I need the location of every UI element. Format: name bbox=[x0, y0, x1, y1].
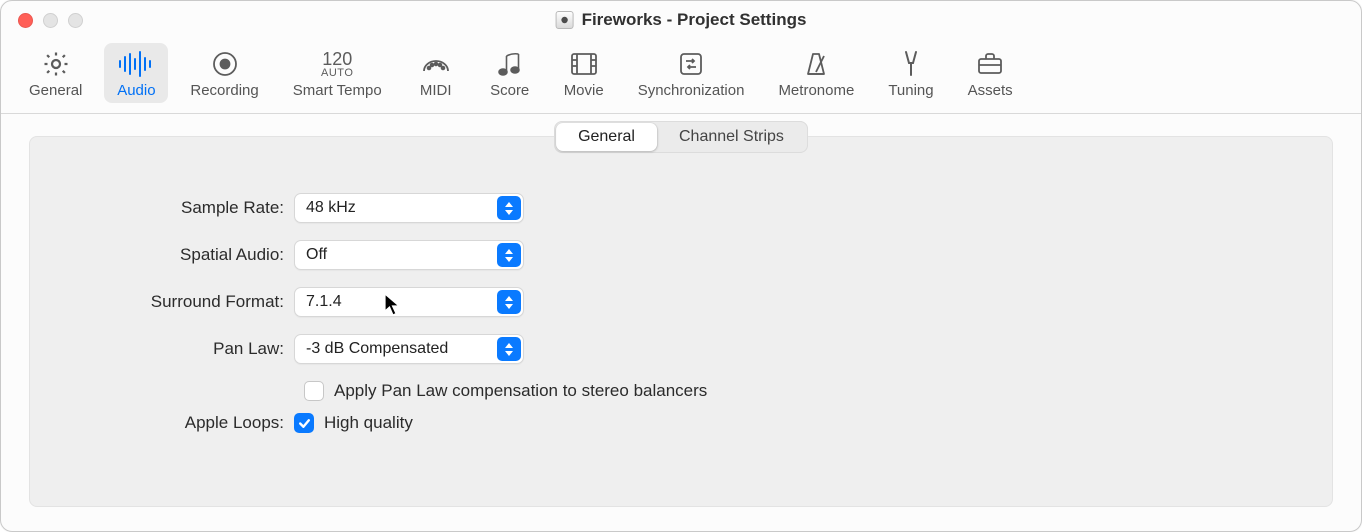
subtab-general[interactable]: General bbox=[556, 123, 657, 151]
app-icon bbox=[556, 11, 574, 29]
tab-audio-label: Audio bbox=[117, 82, 155, 99]
label-apple-loops: Apple Loops: bbox=[70, 413, 294, 433]
label-high-quality: High quality bbox=[324, 413, 413, 433]
tuning-fork-icon bbox=[891, 49, 931, 79]
tab-tuning-label: Tuning bbox=[888, 82, 933, 99]
label-spatial-audio: Spatial Audio: bbox=[70, 245, 294, 265]
chevron-updown-icon bbox=[497, 337, 521, 361]
value-spatial-audio: Off bbox=[306, 246, 327, 264]
row-sample-rate: Sample Rate: 48 kHz bbox=[70, 193, 1292, 223]
tab-synchronization-label: Synchronization bbox=[638, 82, 745, 99]
row-spatial-audio: Spatial Audio: Off bbox=[70, 240, 1292, 270]
waveform-icon bbox=[116, 49, 156, 79]
row-surround-format: Surround Format: 7.1.4 bbox=[70, 287, 1292, 317]
minimize-button[interactable] bbox=[43, 13, 58, 28]
titlebar: Fireworks - Project Settings bbox=[1, 1, 1361, 39]
label-surround-format: Surround Format: bbox=[70, 292, 294, 312]
tab-metronome[interactable]: Metronome bbox=[766, 43, 866, 103]
toolbar: General Audio bbox=[1, 39, 1361, 113]
row-pan-law: Pan Law: -3 dB Compensated bbox=[70, 334, 1292, 364]
subtab-control: General Channel Strips bbox=[554, 121, 808, 153]
value-pan-law: -3 dB Compensated bbox=[306, 340, 448, 358]
tab-general[interactable]: General bbox=[17, 43, 94, 103]
tab-movie-label: Movie bbox=[564, 82, 604, 99]
content-area: General Channel Strips Sample Rate: 48 k… bbox=[1, 114, 1361, 531]
audio-settings-panel: General Channel Strips Sample Rate: 48 k… bbox=[29, 136, 1333, 507]
metronome-icon bbox=[796, 49, 836, 79]
tab-movie[interactable]: Movie bbox=[552, 43, 616, 103]
value-surround-format: 7.1.4 bbox=[306, 293, 342, 311]
tab-assets-label: Assets bbox=[968, 82, 1013, 99]
smart-tempo-num: 120 bbox=[322, 50, 352, 68]
label-sample-rate: Sample Rate: bbox=[70, 198, 294, 218]
project-settings-window: Fireworks - Project Settings General bbox=[0, 0, 1362, 532]
dropdown-spatial-audio[interactable]: Off bbox=[294, 240, 524, 270]
chevron-updown-icon bbox=[497, 243, 521, 267]
smart-tempo-icon: 120 AUTO bbox=[317, 49, 357, 79]
window-title: Fireworks - Project Settings bbox=[582, 10, 807, 30]
tab-metronome-label: Metronome bbox=[778, 82, 854, 99]
window-title-group: Fireworks - Project Settings bbox=[556, 10, 807, 30]
tab-recording[interactable]: Recording bbox=[178, 43, 270, 103]
film-icon bbox=[564, 49, 604, 79]
smart-tempo-sub: AUTO bbox=[321, 68, 353, 79]
tab-midi[interactable]: MIDI bbox=[404, 43, 468, 103]
tab-score-label: Score bbox=[490, 82, 529, 99]
tab-midi-label: MIDI bbox=[420, 82, 452, 99]
checkbox-high-quality[interactable] bbox=[294, 413, 314, 433]
chevron-updown-icon bbox=[497, 290, 521, 314]
gear-icon bbox=[36, 49, 76, 79]
tab-smart-tempo[interactable]: 120 AUTO Smart Tempo bbox=[281, 43, 394, 103]
score-icon bbox=[490, 49, 530, 79]
label-pan-law: Pan Law: bbox=[70, 339, 294, 359]
tab-synchronization[interactable]: Synchronization bbox=[626, 43, 757, 103]
chevron-updown-icon bbox=[497, 196, 521, 220]
row-apple-loops: Apple Loops: High quality bbox=[70, 413, 1292, 433]
briefcase-icon bbox=[970, 49, 1010, 79]
tab-tuning[interactable]: Tuning bbox=[876, 43, 945, 103]
record-icon bbox=[205, 49, 245, 79]
midi-icon bbox=[416, 49, 456, 79]
tab-general-label: General bbox=[29, 82, 82, 99]
tab-score[interactable]: Score bbox=[478, 43, 542, 103]
tab-recording-label: Recording bbox=[190, 82, 258, 99]
tab-smart-tempo-label: Smart Tempo bbox=[293, 82, 382, 99]
traffic-lights bbox=[18, 13, 83, 28]
tab-assets[interactable]: Assets bbox=[956, 43, 1025, 103]
close-button[interactable] bbox=[18, 13, 33, 28]
audio-general-form: Sample Rate: 48 kHz Spatial Audio: Off S… bbox=[70, 193, 1292, 433]
row-pan-law-stereo: Apply Pan Law compensation to stereo bal… bbox=[304, 381, 1292, 401]
sync-icon bbox=[671, 49, 711, 79]
tab-audio[interactable]: Audio bbox=[104, 43, 168, 103]
dropdown-pan-law[interactable]: -3 dB Compensated bbox=[294, 334, 524, 364]
subtab-channel-strips[interactable]: Channel Strips bbox=[657, 123, 806, 151]
checkbox-pan-law-stereo[interactable] bbox=[304, 381, 324, 401]
dropdown-surround-format[interactable]: 7.1.4 bbox=[294, 287, 524, 317]
value-sample-rate: 48 kHz bbox=[306, 199, 356, 217]
label-pan-law-stereo: Apply Pan Law compensation to stereo bal… bbox=[334, 381, 707, 401]
dropdown-sample-rate[interactable]: 48 kHz bbox=[294, 193, 524, 223]
maximize-button[interactable] bbox=[68, 13, 83, 28]
